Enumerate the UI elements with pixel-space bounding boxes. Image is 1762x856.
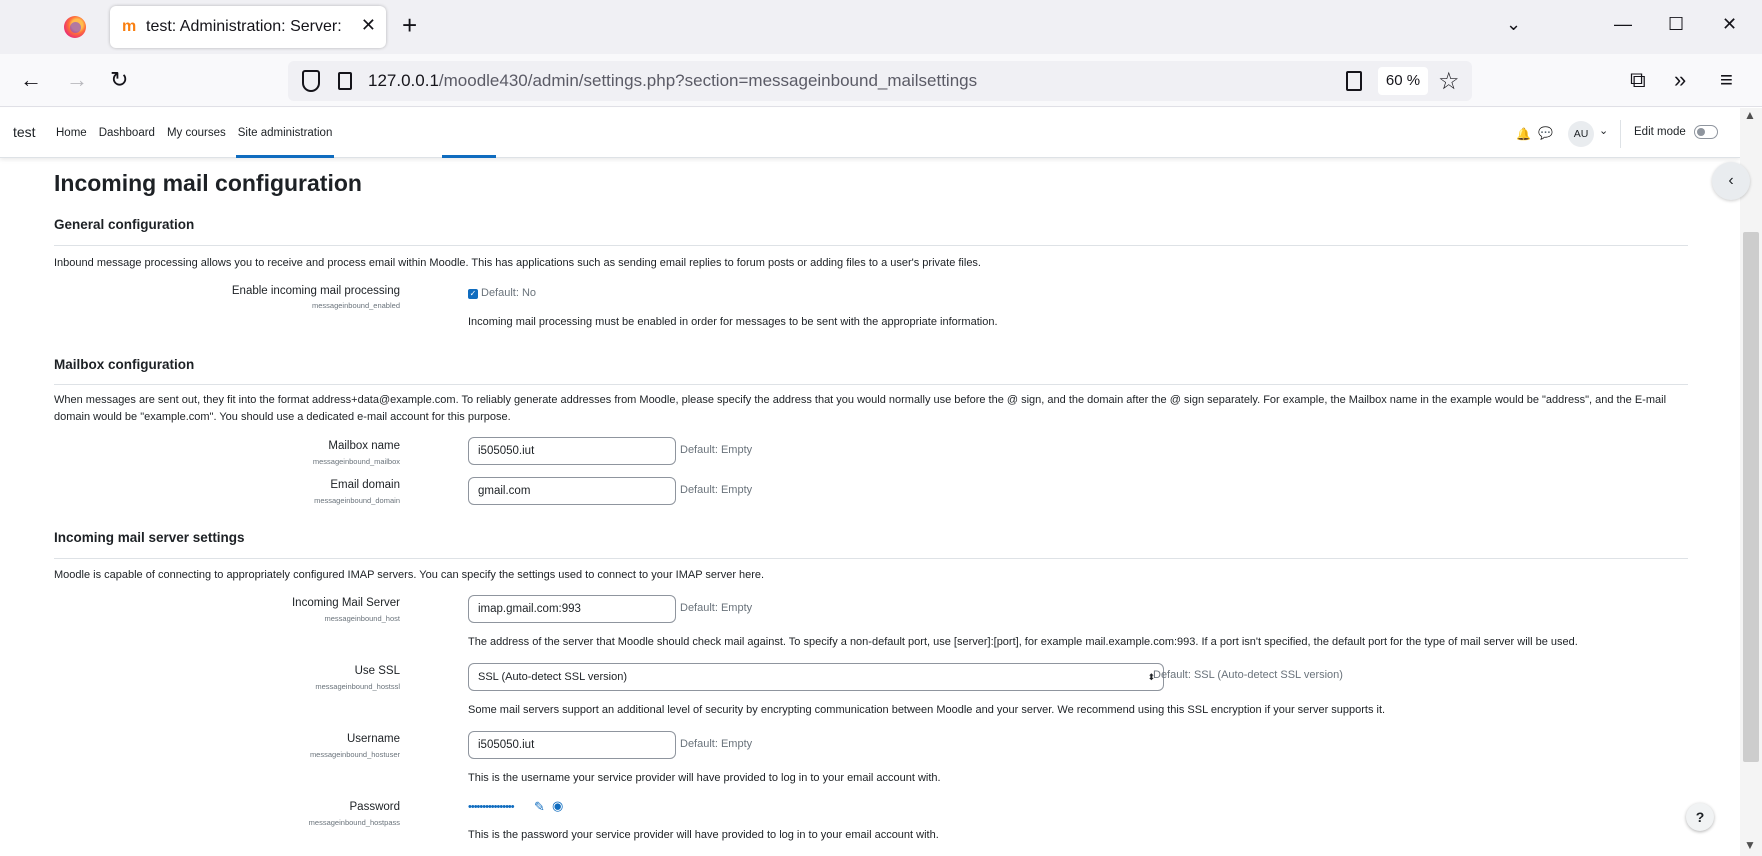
minimize-icon[interactable]: — [1614,14,1632,35]
reader-view-icon[interactable] [1346,71,1362,91]
url-bar[interactable]: 127.0.0.1/moodle430/admin/settings.php?s… [288,61,1472,101]
moodle-navbar: test Home Dashboard My courses Site admi… [0,108,1740,158]
use-ssl-select[interactable]: SSL (Auto-detect SSL version) ⬍ [468,663,1164,691]
section-heading-general: General configuration [54,217,195,232]
divider [1620,120,1621,148]
section-divider [54,384,1688,385]
section-description-general: Inbound message processing allows you to… [54,257,981,269]
mailbox-name-label: Mailbox name [328,440,400,452]
firefox-icon[interactable] [64,16,86,38]
scroll-down-arrow-icon[interactable]: ▼ [1744,838,1756,852]
mailbox-name-key: messageinbound_mailbox [312,457,400,466]
section-divider [54,558,1688,559]
use-ssl-selected-value: SSL (Auto-detect SSL version) [478,671,627,683]
extensions-icon[interactable]: ⧉ [1630,69,1646,91]
use-ssl-label: Use SSL [354,665,400,677]
plus-icon[interactable]: + [402,12,417,38]
forward-arrow-icon[interactable]: → [66,69,88,91]
incoming-mail-server-label: Incoming Mail Server [291,597,400,609]
window-close-icon[interactable]: ✕ [1722,14,1737,35]
enable-incoming-default: Default: No [481,287,537,299]
use-ssl-help: Some mail servers support an additional … [468,704,1386,716]
maximize-icon[interactable]: ☐ [1668,14,1684,35]
username-input[interactable]: i505050.iut [468,731,676,759]
password-help: This is the password your service provid… [468,829,939,841]
chevron-down-icon[interactable]: ⌄ [1506,14,1521,35]
browser-toolbar: ← → ↻ 127.0.0.1/moodle430/admin/settings… [0,54,1762,107]
incoming-mail-server-input[interactable]: imap.gmail.com:993 [468,595,676,623]
hamburger-menu-icon[interactable]: ≡ [1720,69,1733,91]
mailbox-name-input[interactable]: i505050.iut [468,437,676,465]
tab-title: test: Administration: Server: Email [146,18,346,35]
shield-icon[interactable] [302,70,320,92]
main-content: Incoming mail configuration General conf… [54,160,1688,856]
section-heading-server: Incoming mail server settings [54,530,245,545]
chevron-down-icon[interactable]: ⌄ [1599,124,1608,137]
nav-site-administration[interactable]: Site administration [232,108,339,158]
mailbox-name-default: Default: Empty [680,444,753,456]
nav-my-courses[interactable]: My courses [161,108,232,158]
back-arrow-icon[interactable]: ← [20,69,42,91]
section-heading-mailbox: Mailbox configuration [54,357,195,372]
email-domain-label: Email domain [330,479,400,491]
incoming-mail-server-help: The address of the server that Moodle sh… [468,636,1578,648]
site-name[interactable]: test [13,124,36,140]
use-ssl-default: Default: SSL (Auto-detect SSL version) [1153,669,1343,681]
moodle-favicon-icon: m [122,18,137,35]
page-title: Incoming mail configuration [54,170,362,196]
enable-incoming-help: Incoming mail processing must be enabled… [468,316,998,328]
secondary-nav-active-indicator [442,155,496,158]
username-label: Username [346,733,400,745]
browser-tab[interactable]: m test: Administration: Server: Email ✕ [110,6,386,48]
zoom-level[interactable]: 60 % [1378,67,1428,95]
scroll-up-arrow-icon[interactable]: ▲ [1744,108,1756,122]
messages-chat-icon[interactable]: 💬 [1538,126,1553,140]
username-key: messageinbound_hostuser [309,750,400,759]
use-ssl-key: messageinbound_hostssl [315,682,400,691]
section-divider [54,245,1688,246]
section-description-mailbox: When messages are sent out, they fit int… [54,394,1667,423]
section-description-server: Moodle is capable of connecting to appro… [54,569,765,581]
eye-reveal-icon[interactable]: ◉ [552,798,563,814]
close-icon[interactable]: ✕ [361,15,376,36]
pencil-edit-icon[interactable]: ✎ [534,799,545,815]
enable-incoming-key: messageinbound_enabled [312,301,400,310]
password-masked-value[interactable]: •••••••••••••••• [468,801,515,813]
bookmark-star-icon[interactable]: ☆ [1438,67,1460,96]
scrollbar-thumb[interactable] [1743,232,1759,762]
url-text[interactable]: 127.0.0.1/moodle430/admin/settings.php?s… [368,71,977,91]
email-domain-input[interactable]: gmail.com [468,477,676,505]
password-key: messageinbound_hostpass [308,818,400,827]
browser-tab-bar: m test: Administration: Server: Email ✕ … [0,0,1762,54]
email-domain-key: messageinbound_domain [314,496,400,505]
nav-home[interactable]: Home [50,108,93,158]
username-default: Default: Empty [680,738,753,750]
overflow-chevrons-icon[interactable]: » [1674,69,1686,91]
reload-icon[interactable]: ↻ [110,69,128,91]
password-label: Password [349,801,401,813]
incoming-mail-server-key: messageinbound_host [324,614,400,623]
enable-incoming-label: Enable incoming mail processing [231,285,400,297]
edit-mode-label: Edit mode [1634,126,1686,138]
nav-dashboard[interactable]: Dashboard [93,108,161,158]
page-info-icon[interactable] [338,72,352,90]
help-question-icon[interactable]: ? [1686,803,1714,831]
username-help: This is the username your service provid… [468,772,941,784]
user-avatar[interactable]: AU [1568,121,1594,147]
incoming-mail-server-default: Default: Empty [680,602,753,614]
notification-bell-icon[interactable]: 🔔 [1516,127,1531,141]
edit-mode-toggle[interactable] [1694,125,1718,139]
primary-navigation: Home Dashboard My courses Site administr… [50,108,338,158]
email-domain-default: Default: Empty [680,484,753,496]
enable-incoming-checkbox[interactable]: ✓ [468,289,478,299]
block-drawer-toggle-chevron-left-icon[interactable]: ‹ [1712,162,1750,200]
